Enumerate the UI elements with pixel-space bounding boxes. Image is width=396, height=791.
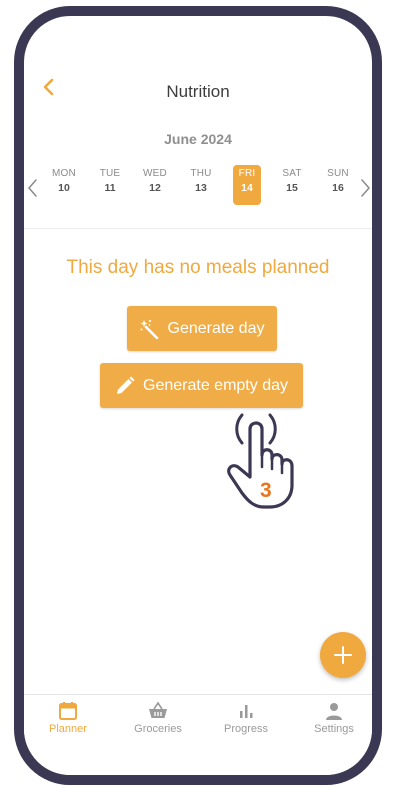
tab-progress[interactable]: Progress: [206, 695, 286, 755]
tap-step-number: 3: [260, 479, 272, 502]
day-name: TUE: [99, 168, 121, 179]
plus-icon: [334, 646, 352, 664]
bar-chart-icon: [240, 705, 253, 718]
tab-label: Progress: [223, 723, 269, 735]
day-sat[interactable]: SAT 15: [278, 165, 306, 205]
header: Nutrition: [24, 16, 372, 106]
day-name: MON: [52, 168, 76, 179]
day-wed[interactable]: WED 12: [141, 165, 169, 205]
day-name: SAT: [282, 168, 302, 179]
day-date: 11: [104, 182, 116, 194]
magic-wand-icon: [140, 319, 158, 339]
day-date: 10: [58, 182, 70, 194]
day-mon[interactable]: MON 10: [50, 165, 78, 205]
day-name: WED: [143, 168, 167, 179]
tab-label: Settings: [314, 723, 354, 735]
empty-state-message: This day has no meals planned: [66, 257, 330, 278]
day-date: 14: [241, 182, 253, 194]
add-button[interactable]: [320, 632, 366, 678]
day-date: 16: [332, 182, 344, 194]
divider: [24, 228, 372, 229]
day-name: SUN: [327, 168, 349, 179]
generate-day-label: Generate day: [167, 319, 265, 337]
day-tue[interactable]: TUE 11: [96, 165, 124, 205]
day-name: THU: [190, 168, 212, 179]
page-title: Nutrition: [166, 82, 230, 101]
tab-label: Planner: [49, 723, 87, 735]
basket-icon: [149, 701, 167, 718]
day-date: 12: [149, 182, 161, 194]
month-label: June 2024: [164, 131, 232, 147]
pencil-icon: [117, 376, 135, 394]
user-icon: [326, 703, 342, 720]
tab-label: Groceries: [134, 723, 182, 735]
day-date: 13: [195, 182, 207, 194]
generate-empty-day-label: Generate empty day: [143, 376, 288, 394]
calendar-icon: [59, 702, 77, 720]
generate-day-button[interactable]: Generate day: [127, 306, 277, 351]
chevron-left-icon[interactable]: [26, 178, 40, 198]
tab-planner[interactable]: Planner: [28, 695, 108, 755]
phone-frame: Nutrition June 2024 MON 10 TUE 11 WED 12…: [14, 6, 382, 785]
day-date: 15: [286, 182, 298, 194]
tab-settings[interactable]: Settings: [294, 695, 372, 755]
day-fri-selected[interactable]: FRI 14: [233, 165, 261, 205]
generate-empty-day-button[interactable]: Generate empty day: [100, 363, 303, 408]
day-name: FRI: [238, 168, 256, 179]
day-sun[interactable]: SUN 16: [324, 165, 352, 205]
week-selector: MON 10 TUE 11 WED 12 THU 13 FRI 14 SAT 1…: [24, 161, 372, 211]
chevron-right-icon[interactable]: [358, 178, 372, 198]
tab-groceries[interactable]: Groceries: [118, 695, 198, 755]
day-thu[interactable]: THU 13: [187, 165, 215, 205]
bottom-tab-bar: Planner Groceries Progress Settings: [24, 694, 372, 775]
